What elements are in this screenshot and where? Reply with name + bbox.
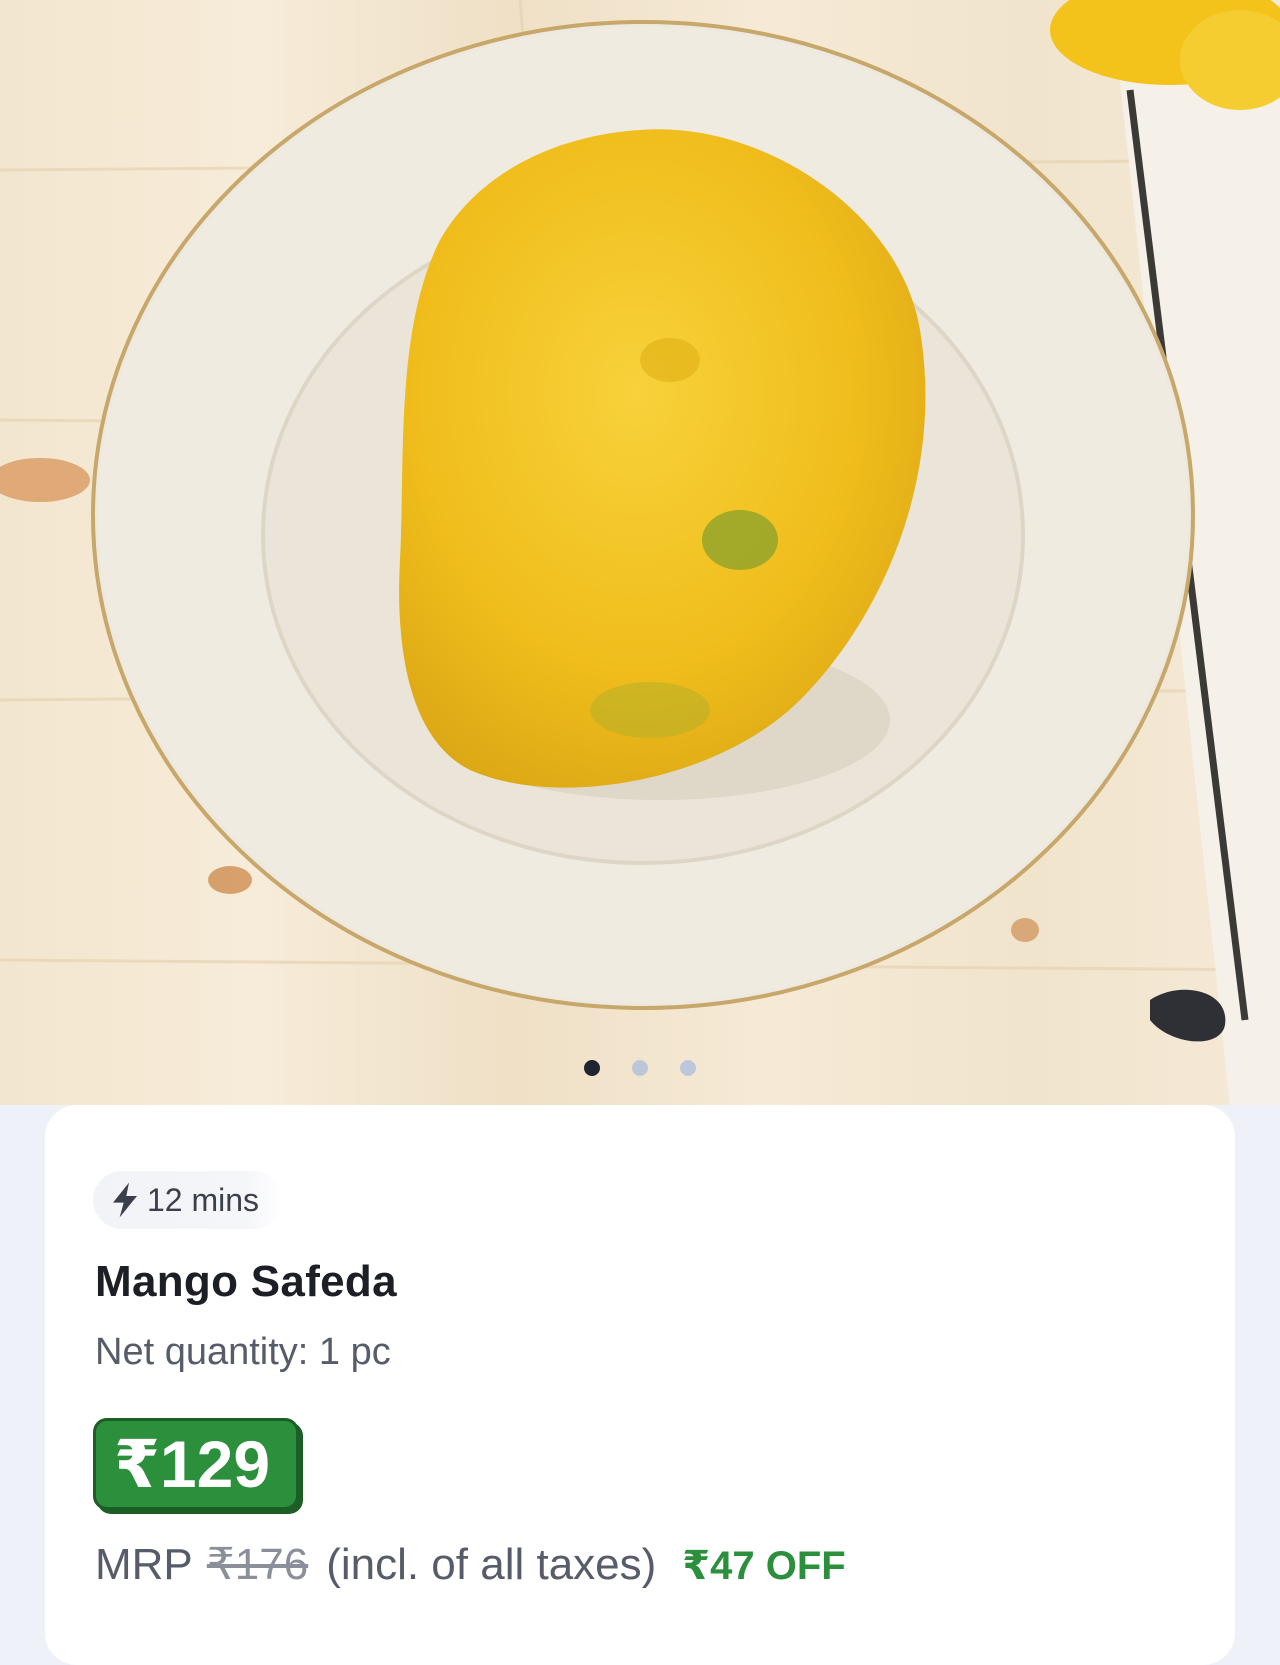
carousel-dot-3[interactable] — [680, 1060, 696, 1076]
delivery-eta-text: 12 mins — [147, 1181, 260, 1218]
discount-label: ₹47 OFF — [682, 1544, 846, 1588]
carousel-indicator[interactable] — [0, 1060, 1280, 1076]
delivery-eta-badge: 12 mins — [93, 1171, 284, 1229]
net-quantity: Net quantity: 1 pc — [95, 1331, 391, 1373]
carousel-dot-2[interactable] — [632, 1060, 648, 1076]
product-image — [0, 0, 1280, 1105]
tax-note: (incl. of all taxes) — [326, 1540, 657, 1589]
product-image-carousel[interactable] — [0, 0, 1280, 1105]
product-info-card: 12 mins Mango Safeda Net quantity: 1 pc … — [45, 1105, 1235, 1665]
lightning-icon — [113, 1182, 137, 1218]
carousel-dot-1[interactable] — [584, 1060, 600, 1076]
product-title: Mango Safeda — [95, 1257, 397, 1306]
selling-price-badge: ₹129 — [93, 1418, 300, 1510]
mrp-row: MRP ₹176 (incl. of all taxes) ₹47 OFF — [95, 1539, 846, 1590]
mrp-label: MRP — [95, 1540, 193, 1589]
mrp-value: ₹176 — [206, 1540, 309, 1589]
